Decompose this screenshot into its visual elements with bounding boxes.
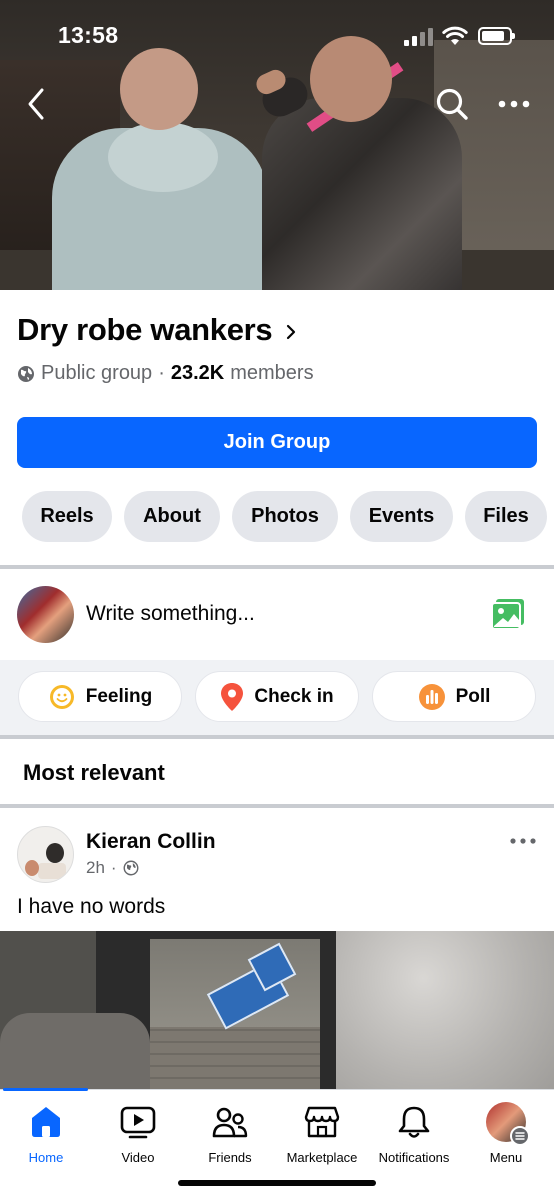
cover-person-hood: [108, 122, 218, 192]
menu-hamburger-icon: [510, 1126, 530, 1146]
sort-label[interactable]: Most relevant: [23, 760, 165, 786]
composer-actions: Feeling Check in Poll: [18, 671, 536, 722]
section-divider: [0, 565, 554, 569]
member-count: 23.2K: [170, 362, 225, 384]
profile-avatar: [486, 1102, 530, 1146]
join-group-button[interactable]: Join Group: [17, 417, 537, 468]
meta-separator: ·: [158, 362, 165, 384]
tab-about[interactable]: About: [124, 491, 220, 542]
nav-friends[interactable]: Friends: [184, 1102, 276, 1165]
tab-events[interactable]: Events: [350, 491, 453, 542]
search-button[interactable]: [432, 84, 472, 124]
nav-menu[interactable]: Menu: [460, 1102, 552, 1165]
post-author-name[interactable]: Kieran Collin: [86, 830, 216, 854]
home-icon: [32, 1107, 60, 1137]
photo-icon[interactable]: [490, 598, 526, 630]
section-divider: [0, 804, 554, 808]
tab-reels[interactable]: Reels: [22, 491, 112, 542]
write-something-input[interactable]: Write something...: [86, 602, 255, 626]
nav-home[interactable]: Home: [0, 1102, 92, 1165]
video-icon: [120, 1106, 156, 1139]
friends-icon: [212, 1107, 248, 1138]
post-text: I have no words: [17, 895, 166, 918]
status-bar: 13:58: [0, 0, 554, 70]
nav-video-label: Video: [121, 1150, 155, 1165]
nav-notifications[interactable]: Notifications: [368, 1102, 460, 1165]
poll-label: Poll: [455, 685, 491, 707]
chevron-right-icon: [287, 324, 296, 340]
chevron-left-icon: [28, 88, 44, 120]
member-label: members: [230, 362, 314, 384]
check-in-button[interactable]: Check in: [195, 671, 359, 722]
photo-fleece: [336, 931, 554, 1089]
smile-icon: [48, 683, 76, 711]
group-meta: Public group · 23.2K members: [17, 362, 314, 385]
ellipsis-icon: [510, 838, 536, 844]
nav-marketplace[interactable]: Marketplace: [276, 1102, 368, 1165]
group-tabs: Reels About Photos Events Files: [22, 491, 547, 542]
location-pin-icon: [220, 682, 244, 712]
nav-friends-label: Friends: [208, 1150, 252, 1165]
meta-dot: ·: [110, 858, 117, 877]
poll-icon: [418, 683, 446, 711]
ellipsis-icon: [498, 100, 530, 108]
post-meta: 2h ·: [86, 858, 139, 878]
nav-marketplace-label: Marketplace: [286, 1150, 358, 1165]
cover-person-drybrobe: [262, 98, 462, 290]
more-options-button[interactable]: [494, 84, 534, 124]
tab-files[interactable]: Files: [465, 491, 547, 542]
battery-icon: [478, 27, 515, 45]
post-time: 2h: [86, 858, 105, 877]
status-time: 13:58: [58, 22, 119, 48]
photo-car-seat: [0, 1013, 150, 1089]
nav-home-label: Home: [28, 1150, 64, 1165]
post-author-avatar[interactable]: [17, 826, 74, 883]
home-indicator[interactable]: [178, 1180, 376, 1186]
bell-icon: [398, 1106, 430, 1138]
post-options-button[interactable]: [506, 826, 540, 856]
feeling-label: Feeling: [85, 685, 153, 707]
nav-video[interactable]: Video: [92, 1102, 184, 1165]
tab-photos[interactable]: Photos: [232, 491, 338, 542]
marketplace-icon: [304, 1106, 340, 1138]
post-photo[interactable]: [0, 931, 554, 1089]
nav-notifications-label: Notifications: [378, 1150, 450, 1165]
poll-button[interactable]: Poll: [372, 671, 536, 722]
globe-icon: [123, 860, 139, 876]
search-icon: [436, 88, 468, 120]
group-title: Dry robe wankers: [17, 312, 273, 347]
active-tab-indicator: [3, 1088, 88, 1091]
photo-brick-wall: [150, 1027, 320, 1089]
feeling-button[interactable]: Feeling: [18, 671, 182, 722]
wifi-icon: [442, 26, 468, 45]
globe-icon: [18, 365, 34, 382]
group-privacy: Public group: [41, 362, 153, 384]
section-divider: [0, 735, 554, 739]
nav-menu-label: Menu: [489, 1150, 523, 1165]
check-in-label: Check in: [254, 685, 334, 707]
group-name-link[interactable]: Dry robe wankers: [17, 312, 296, 348]
user-avatar[interactable]: [17, 586, 74, 643]
cellular-signal-icon: [404, 28, 434, 46]
back-button[interactable]: [18, 84, 54, 124]
